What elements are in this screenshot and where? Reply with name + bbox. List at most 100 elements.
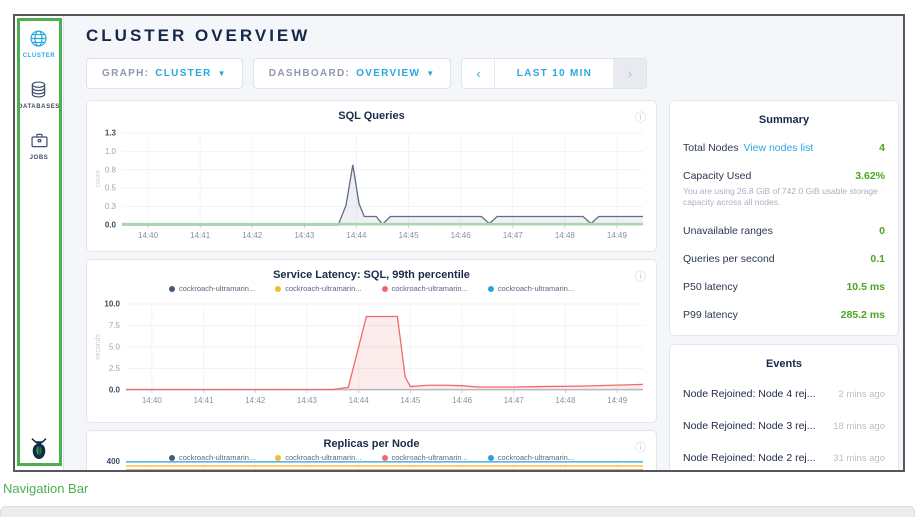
sql-queries-plot: 0.00.30.50.81.01.314:4014:4114:4214:4314… [92, 125, 651, 247]
annotation-label: Navigation Bar [3, 481, 88, 496]
chart-sql-queries: SQL Queries ⓘ 0.00.30.50.81.01.314:4014:… [86, 100, 657, 252]
summary-row: Queries per second 0.1 [683, 245, 885, 273]
page: CLUSTER DATABASES JOBS [0, 0, 915, 517]
svg-text:14:40: 14:40 [142, 396, 163, 405]
graph-dropdown[interactable]: GRAPH: CLUSTER ▼ [86, 58, 243, 89]
database-icon [28, 79, 49, 100]
sidebar-item-label: DATABASES [18, 104, 60, 110]
briefcase-icon [29, 130, 50, 151]
chart-title: Replicas per Node [324, 438, 420, 450]
view-nodes-list-link[interactable]: View nodes list [743, 142, 813, 154]
legend-item[interactable]: cockroach-ultramarin... [275, 284, 361, 293]
legend-label: cockroach-ultramarin... [392, 284, 468, 293]
chart-replicas-per-node: Replicas per Node ⓘ cockroach-ultramarin… [86, 430, 657, 472]
summary-row: Capacity Used3.62%You are using 26.8 GiB… [683, 162, 885, 217]
globe-icon [28, 28, 49, 49]
svg-text:14:44: 14:44 [346, 231, 367, 240]
event-time: 18 mins ago [833, 421, 885, 432]
summary-row-value: 4 [879, 142, 885, 154]
summary-row-label: Queries per second [683, 253, 775, 265]
dashboard-dropdown[interactable]: DASHBOARD: OVERVIEW ▼ [253, 58, 452, 89]
event-text: Node Rejoined: Node 2 rej... [683, 452, 816, 464]
svg-text:0.3: 0.3 [105, 202, 117, 211]
svg-text:14:41: 14:41 [190, 231, 211, 240]
time-range-selector: ‹ LAST 10 MIN › [461, 58, 647, 89]
chart-title: SQL Queries [338, 110, 404, 122]
graph-dropdown-value: CLUSTER [155, 68, 211, 79]
summary-row: Unavailable ranges 0 [683, 217, 885, 245]
event-time: 2 mins ago [839, 389, 885, 400]
info-icon[interactable]: ⓘ [635, 109, 646, 125]
summary-row: P99 latency 285.2 ms [683, 301, 885, 329]
svg-text:5.0: 5.0 [109, 343, 121, 352]
service-latency-plot: 0.02.55.07.510.014:4014:4114:4214:4314:4… [92, 296, 651, 418]
toolbar: GRAPH: CLUSTER ▼ DASHBOARD: OVERVIEW ▼ ‹… [86, 58, 647, 89]
chart-legend: cockroach-ultramarin... cockroach-ultrama… [87, 284, 656, 293]
cockroachdb-logo[interactable] [15, 436, 63, 462]
legend-label: cockroach-ultramarin... [498, 284, 574, 293]
event-time: 31 mins ago [833, 453, 885, 464]
svg-text:10.0: 10.0 [104, 300, 120, 309]
sidebar-item-databases[interactable]: DATABASES [18, 79, 60, 110]
cockroach-bug-icon [26, 436, 52, 462]
svg-text:1.3: 1.3 [105, 129, 117, 138]
svg-text:14:45: 14:45 [399, 231, 420, 240]
svg-text:14:47: 14:47 [503, 231, 524, 240]
legend-item[interactable]: cockroach-ultramarin... [169, 284, 255, 293]
time-range-next-button[interactable]: › [613, 59, 646, 88]
screenshot-frame: CLUSTER DATABASES JOBS [13, 14, 905, 472]
svg-text:400: 400 [107, 457, 121, 466]
sidebar-item-cluster[interactable]: CLUSTER [23, 28, 56, 59]
legend-item[interactable]: cockroach-ultramarin... [488, 284, 574, 293]
svg-text:0.5: 0.5 [105, 184, 117, 193]
summary-row: P50 latency 10.5 ms [683, 273, 885, 301]
event-row: Node Rejoined: Node 3 rej... 18 mins ago [683, 410, 885, 442]
svg-text:14:48: 14:48 [555, 231, 576, 240]
sidebar-item-label: CLUSTER [23, 53, 56, 59]
summary-row-label: Unavailable ranges [683, 225, 773, 237]
info-icon[interactable]: ⓘ [635, 268, 646, 284]
event-row: Node Rejoined: Node 2 rej... 31 mins ago [683, 442, 885, 472]
summary-row-label: P99 latency [683, 309, 738, 321]
svg-text:14:49: 14:49 [607, 396, 628, 405]
svg-text:14:40: 14:40 [138, 231, 159, 240]
summary-panel: Summary Total NodesView nodes list4Capac… [669, 100, 899, 336]
svg-text:14:48: 14:48 [555, 396, 576, 405]
legend-label: cockroach-ultramarin... [285, 284, 361, 293]
info-icon[interactable]: ⓘ [635, 439, 646, 455]
graph-dropdown-label: GRAPH: [102, 68, 149, 79]
events-panel: Events Node Rejoined: Node 4 rej...2 min… [669, 344, 899, 472]
legend-dot-icon [488, 286, 494, 292]
legend-dot-icon [169, 286, 175, 292]
svg-text:14:46: 14:46 [452, 396, 473, 405]
summary-row-value: 0 [879, 225, 885, 237]
svg-text:14:42: 14:42 [245, 396, 266, 405]
page-title: CLUSTER OVERVIEW [86, 26, 310, 46]
summary-row-value: 10.5 ms [846, 281, 885, 293]
legend-item[interactable]: cockroach-ultramarin... [382, 284, 468, 293]
svg-text:seconds: seconds [95, 333, 102, 360]
legend-label: cockroach-ultramarin... [179, 284, 255, 293]
svg-text:14:42: 14:42 [242, 231, 263, 240]
svg-text:1.0: 1.0 [105, 147, 117, 156]
svg-text:7.5: 7.5 [109, 321, 121, 330]
event-row: Node Rejoined: Node 4 rej...2 mins ago [683, 378, 885, 410]
svg-text:2.5: 2.5 [109, 364, 121, 373]
summary-row-value: 0.1 [870, 253, 885, 265]
event-text: Node Rejoined: Node 3 rej... [683, 420, 816, 432]
time-range-label[interactable]: LAST 10 MIN [495, 59, 613, 88]
svg-text:14:43: 14:43 [294, 231, 315, 240]
svg-text:14:49: 14:49 [607, 231, 628, 240]
events-title: Events [683, 345, 885, 378]
summary-row-label: P50 latency [683, 281, 738, 293]
bottom-strip [0, 506, 915, 517]
sidebar-item-label: JOBS [30, 155, 49, 161]
summary-title: Summary [683, 101, 885, 134]
sidebar-item-jobs[interactable]: JOBS [29, 130, 50, 161]
chevron-down-icon: ▼ [218, 69, 227, 78]
time-range-prev-button[interactable]: ‹ [462, 59, 495, 88]
charts-column: SQL Queries ⓘ 0.00.30.50.81.01.314:4014:… [86, 100, 657, 472]
summary-row-value: 285.2 ms [841, 309, 885, 321]
dashboard-dropdown-value: OVERVIEW [356, 68, 420, 79]
svg-text:14:41: 14:41 [194, 396, 215, 405]
